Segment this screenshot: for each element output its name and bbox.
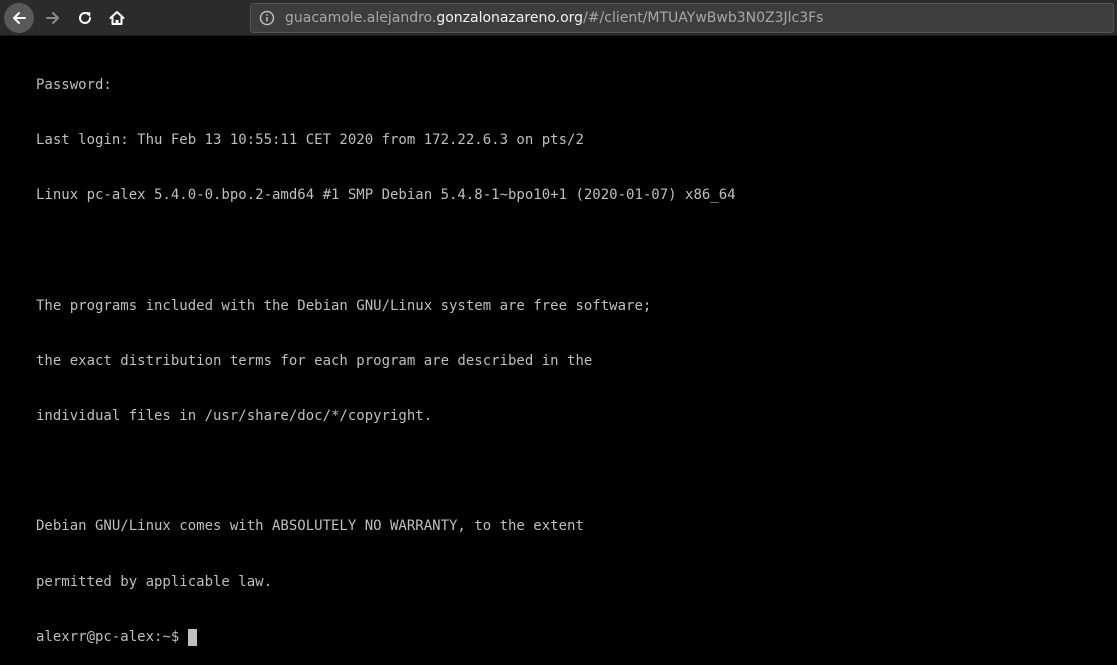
terminal-line: individual files in /usr/share/doc/*/cop…: [36, 408, 433, 425]
terminal-line: Linux pc-alex 5.4.0-0.bpo.2-amd64 #1 SMP…: [36, 187, 736, 204]
url-text[interactable]: guacamole.alejandro.gonzalonazareno.org/…: [285, 10, 823, 26]
terminal-line: The programs included with the Debian GN…: [36, 297, 652, 314]
home-button[interactable]: [102, 3, 132, 33]
reload-icon: [79, 11, 91, 24]
terminal-output[interactable]: Password: Last login: Thu Feb 13 10:55:1…: [36, 39, 1106, 646]
terminal-prompt-line[interactable]: alexrr@pc-alex:~$: [36, 628, 1106, 646]
browser-toolbar: guacamole.alejandro.gonzalonazareno.org/…: [0, 0, 1117, 36]
arrow-left-icon: [13, 12, 26, 24]
url-prefix: guacamole.alejandro.: [285, 10, 437, 26]
url-path: /#/client/MTUAYwBwb3N0Z3Jlc3Fs: [583, 10, 824, 26]
terminal-line: Last login: Thu Feb 13 10:55:11 CET 2020…: [36, 132, 584, 149]
shell-prompt: alexrr@pc-alex:~$: [36, 628, 180, 645]
info-icon[interactable]: [259, 10, 275, 26]
forward-button[interactable]: [38, 3, 68, 33]
back-button[interactable]: [4, 3, 34, 33]
reload-button[interactable]: [70, 3, 100, 33]
terminal-cursor: [188, 628, 198, 646]
url-domain: gonzalonazareno.org: [436, 10, 584, 26]
terminal-line: Debian GNU/Linux comes with ABSOLUTELY N…: [36, 518, 584, 535]
home-icon: [109, 11, 125, 25]
terminal-line: Password:: [36, 76, 112, 93]
terminal-line: permitted by applicable law.: [36, 573, 273, 590]
url-bar[interactable]: guacamole.alejandro.gonzalonazareno.org/…: [250, 3, 1114, 33]
terminal-line: the exact distribution terms for each pr…: [36, 352, 593, 369]
arrow-right-icon: [46, 12, 59, 24]
